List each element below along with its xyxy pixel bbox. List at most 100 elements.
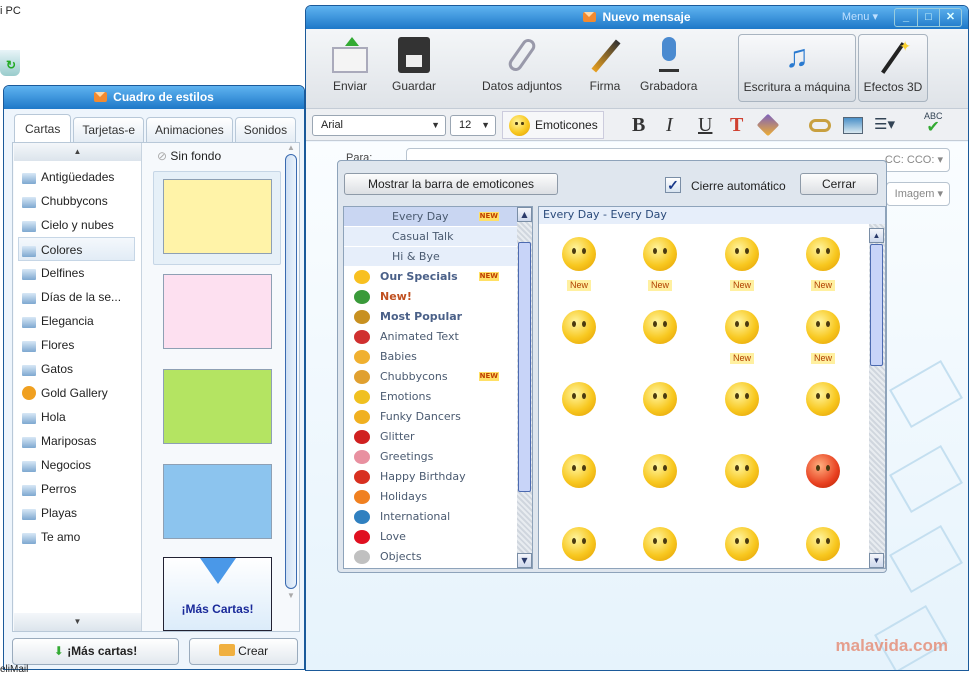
text-color-button[interactable]: T: [730, 114, 743, 137]
send-button[interactable]: Enviar: [332, 37, 368, 93]
card-category-item[interactable]: Gatos: [14, 357, 141, 381]
list-scroll-down[interactable]: ▼: [14, 613, 141, 631]
category-item[interactable]: Most Popular: [344, 307, 517, 327]
emoticon[interactable]: New: [712, 237, 772, 291]
card-category-item[interactable]: Hola: [14, 405, 141, 429]
highlight-brush-icon[interactable]: [756, 113, 780, 137]
no-background-option[interactable]: ⊘ Sin fondo: [157, 149, 221, 163]
emoticon[interactable]: New: [549, 237, 609, 291]
card-category-item[interactable]: Antigüedades: [14, 165, 141, 189]
font-select[interactable]: Arial ▼: [312, 115, 446, 136]
card-category-item[interactable]: Playas: [14, 501, 141, 525]
cc-bcc-toggle[interactable]: CC: CCO: ▾: [885, 154, 943, 166]
italic-button[interactable]: I: [666, 114, 673, 137]
emoticon[interactable]: [630, 527, 690, 564]
emoticon[interactable]: [549, 310, 609, 347]
card-category-item[interactable]: Cielo y nubes: [14, 213, 141, 237]
close-popup-button[interactable]: Cerrar: [800, 173, 878, 195]
scroll-thumb[interactable]: [518, 242, 531, 492]
save-button[interactable]: Guardar: [392, 37, 436, 93]
category-item[interactable]: Hi & Bye: [344, 247, 517, 267]
close-button[interactable]: ✕: [939, 9, 961, 26]
scroll-up-button[interactable]: ▲: [517, 207, 532, 222]
image-select[interactable]: Imagem ▾: [886, 182, 950, 206]
signature-button[interactable]: Firma: [587, 37, 623, 93]
link-icon[interactable]: [809, 119, 831, 132]
scroll-down-button[interactable]: ▼: [517, 553, 532, 568]
scroll-up-button[interactable]: ▲: [869, 228, 884, 243]
emoticon[interactable]: New: [793, 310, 853, 364]
category-item[interactable]: Happy Birthday: [344, 467, 517, 487]
tab-animaciones[interactable]: Animaciones: [146, 117, 233, 142]
category-item[interactable]: Our Specials NEW: [344, 267, 517, 287]
category-scrollbar[interactable]: ▲ ▼: [517, 207, 532, 568]
emoticon[interactable]: [793, 527, 853, 564]
attachments-button[interactable]: Datos adjuntos: [482, 36, 562, 93]
more-cards-button[interactable]: ⬇ ¡Más cartas!: [12, 638, 179, 665]
emoticon[interactable]: New: [793, 237, 853, 291]
category-item[interactable]: Objects: [344, 547, 517, 567]
category-item[interactable]: International: [344, 507, 517, 527]
category-item[interactable]: Greetings: [344, 447, 517, 467]
show-emoticon-bar-button[interactable]: Mostrar la barra de emoticones: [344, 173, 558, 195]
category-item[interactable]: Chubbycons NEW: [344, 367, 517, 387]
category-item[interactable]: Casual Talk: [344, 227, 517, 247]
card-category-item[interactable]: Días de la se...: [14, 285, 141, 309]
card-category-item[interactable]: Flores: [14, 333, 141, 357]
emoticon[interactable]: [630, 454, 690, 491]
card-category-item[interactable]: Chubbycons: [14, 189, 141, 213]
typewriter-button[interactable]: ♫ Escritura a máquina: [738, 34, 856, 102]
emoticon[interactable]: [793, 454, 853, 491]
emoticon[interactable]: [549, 382, 609, 419]
emoticon[interactable]: [712, 527, 772, 564]
category-item[interactable]: Funky Dancers: [344, 407, 517, 427]
category-item[interactable]: Holidays: [344, 487, 517, 507]
grid-scrollbar[interactable]: ▲ ▼: [869, 224, 885, 568]
category-item[interactable]: Babies: [344, 347, 517, 367]
card-thumbnail[interactable]: [163, 274, 272, 349]
recorder-button[interactable]: Grabadora: [640, 37, 697, 93]
more-cards-card[interactable]: ¡Más Cartas!: [163, 557, 272, 631]
tab-cartas[interactable]: Cartas: [14, 114, 72, 142]
card-category-item[interactable]: Negocios: [14, 453, 141, 477]
list-scroll-up[interactable]: ▲: [14, 143, 141, 161]
card-thumbnail[interactable]: [163, 179, 272, 254]
create-button[interactable]: Crear: [189, 638, 298, 665]
category-item[interactable]: Glitter: [344, 427, 517, 447]
card-category-item[interactable]: Perros: [14, 477, 141, 501]
emoticons-button[interactable]: Emoticones: [502, 111, 604, 139]
font-size-select[interactable]: 12 ▼: [450, 115, 496, 136]
scroll-down-button[interactable]: ▼: [869, 553, 884, 568]
emoticon[interactable]: [712, 382, 772, 419]
card-category-item[interactable]: Mariposas: [14, 429, 141, 453]
emoticon[interactable]: [630, 310, 690, 347]
category-item[interactable]: Love: [344, 527, 517, 547]
card-category-item[interactable]: Delfines: [14, 261, 141, 285]
recycle-bin-icon[interactable]: ↻: [0, 50, 20, 76]
emoticon[interactable]: New: [712, 310, 772, 364]
tab-tarjetas[interactable]: Tarjetas-e: [73, 117, 145, 142]
emoticon[interactable]: [793, 382, 853, 419]
maximize-button[interactable]: □: [917, 9, 939, 26]
spellcheck-button[interactable]: ABC ✔: [924, 111, 943, 136]
insert-image-icon[interactable]: [843, 117, 863, 134]
auto-close-checkbox[interactable]: ✓: [665, 177, 681, 193]
underline-button[interactable]: U: [698, 114, 712, 137]
card-category-item[interactable]: Colores: [18, 237, 135, 261]
emoticon[interactable]: [712, 454, 772, 491]
emoticon[interactable]: [549, 527, 609, 564]
category-item[interactable]: Animated Text: [344, 327, 517, 347]
3d-effects-button[interactable]: ✦ Efectos 3D: [858, 34, 928, 102]
emoticon[interactable]: [549, 454, 609, 491]
card-category-item[interactable]: Elegancia: [14, 309, 141, 333]
bold-button[interactable]: B: [632, 114, 645, 137]
scroll-thumb[interactable]: [870, 244, 883, 366]
list-icon[interactable]: ☰▾: [874, 115, 895, 133]
card-category-item[interactable]: Gold Gallery: [14, 381, 141, 405]
card-thumbnail[interactable]: [163, 464, 272, 539]
minimize-button[interactable]: _: [895, 9, 917, 26]
emoticon[interactable]: [630, 382, 690, 419]
card-category-item[interactable]: Te amo: [14, 525, 141, 549]
menu-button[interactable]: Menu ▾: [842, 6, 878, 28]
category-item[interactable]: Every Day NEW: [344, 207, 517, 227]
